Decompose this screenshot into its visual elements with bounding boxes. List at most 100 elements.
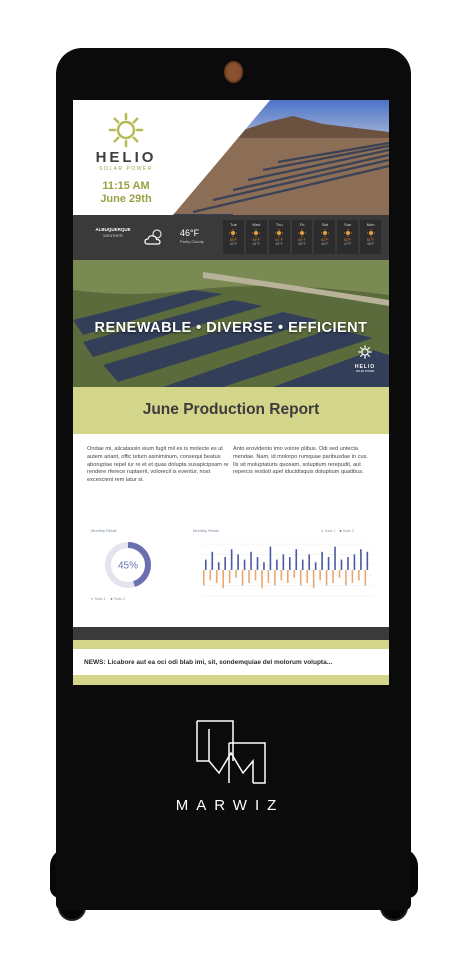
- weather-temp: 46°F: [180, 228, 200, 238]
- bar-sale-2: [301, 559, 304, 570]
- marwiz-wordmark: MARWIZ: [175, 797, 285, 814]
- day-low: 46°F: [366, 242, 375, 246]
- marwiz-logo-icon: [196, 720, 266, 784]
- day-low: 45°F: [275, 242, 283, 246]
- legend-sale-2: Sale 2: [342, 528, 355, 533]
- donut-chart: 45%: [105, 542, 151, 588]
- day-low: 47°F: [344, 242, 352, 246]
- bar-sale-2: [314, 562, 317, 570]
- day-name: Wed: [252, 222, 261, 227]
- bar-sale-1: [209, 570, 212, 581]
- banner-logo: HELIO SOLAR POWER: [353, 345, 377, 373]
- bar-sale-2: [353, 554, 356, 570]
- bar-sale-1: [274, 570, 276, 586]
- weather-bar: ALBUQUERQUE WEATHER 46°F Partly Cloudy T…: [73, 215, 389, 260]
- bar-sale-1: [215, 570, 218, 583]
- bar-sale-2: [334, 546, 336, 570]
- header: HELIO SOLAR POWER 11:15 AM June 29th: [73, 100, 389, 215]
- bar-sale-1: [235, 570, 237, 578]
- legend-dot-icon: ●: [321, 528, 324, 533]
- bar-sale-2: [224, 557, 226, 570]
- weather-condition: Partly Cloudy: [180, 239, 204, 244]
- donut-center-label: 45%: [118, 561, 138, 572]
- news-bottom-band: [73, 675, 389, 685]
- bar-sale-1: [351, 570, 354, 583]
- bar-sale-2: [308, 554, 310, 570]
- clock-time: 11:15 AM: [102, 180, 150, 192]
- dark-divider: [73, 627, 389, 640]
- bar-sale-2: [282, 554, 285, 570]
- day-name: Sat: [321, 222, 328, 227]
- bar-sale-1: [203, 570, 205, 586]
- day-name: Fri: [299, 222, 305, 227]
- bar-sale-1: [228, 570, 231, 583]
- bar-sale-2: [327, 557, 330, 570]
- bar-sale-1: [325, 570, 328, 586]
- bar-sale-1: [345, 570, 347, 586]
- report-title-band: June Production Report: [73, 387, 389, 434]
- partly-cloudy-icon: [144, 229, 162, 245]
- bar-sale-1: [306, 570, 308, 583]
- report-body-left: Ondae mi, alicatassin eium fugit mil es …: [87, 446, 229, 484]
- news-text: NEWS: Licabore aut ea oci odi blab imi, …: [84, 659, 333, 666]
- bar-sale-1: [222, 570, 224, 589]
- legend-sale-1: Sale 1: [324, 528, 336, 533]
- bar-sale-2: [321, 551, 323, 570]
- bar-sale-1: [319, 570, 321, 581]
- bar-sale-1: [312, 570, 315, 589]
- forecast-day: Fri 60°F 45°F: [291, 220, 313, 254]
- sun-logo-icon: [108, 112, 144, 148]
- bar-sale-2: [211, 551, 214, 570]
- bar-sale-2: [250, 551, 252, 570]
- bar-sale-1: [248, 570, 250, 583]
- brand-block: HELIO SOLAR POWER 11:15 AM June 29th: [73, 100, 183, 215]
- solar-farm-banner: RENEWABLE • DIVERSE • EFFICIENT HELIO SO…: [73, 260, 389, 387]
- bar-sale-1: [241, 570, 244, 586]
- bar-sale-2: [289, 557, 291, 570]
- weather-label: WEATHER: [103, 233, 123, 238]
- bar-sale-1: [280, 570, 283, 581]
- brand-subtitle: SOLAR POWER: [99, 166, 153, 172]
- bar-sale-2: [366, 551, 369, 570]
- camera: [224, 61, 243, 83]
- banner-logo-sub: SOLAR POWER: [355, 370, 375, 373]
- day-low: 45°F: [298, 242, 306, 246]
- bar-sale-1: [267, 570, 270, 583]
- bar-sale-1: [299, 570, 302, 586]
- sun-icon: [229, 229, 238, 237]
- bar-sale-2: [276, 559, 278, 570]
- forecast-days: Tue 58°F 42°F Wed 59°F 44°F Thu 61°F 45°…: [223, 220, 382, 254]
- bar-sale-2: [269, 546, 272, 570]
- header-solar-photo: [173, 100, 389, 215]
- sun-icon: [343, 229, 352, 237]
- report-body-right: Anto erovidento imo volore plibus. Odi s…: [233, 446, 368, 476]
- forecast-day: Wed 59°F 44°F: [245, 220, 267, 254]
- sun-icon: [252, 229, 261, 237]
- news-ticker: NEWS: Licabore aut ea oci odi blab imi, …: [73, 649, 389, 675]
- report-title: June Production Report: [142, 401, 320, 418]
- legend-sale-2: Sale 2: [113, 596, 126, 601]
- donut-legend: ● Sale 1 ● Sale 2: [91, 596, 125, 601]
- bar-sale-2: [217, 562, 220, 570]
- legend-dot-icon: ●: [91, 596, 94, 601]
- sun-icon: [320, 229, 329, 237]
- bar-sale-1: [254, 570, 257, 581]
- legend-dot-icon: ●: [339, 528, 342, 533]
- bar-legend: ● Sale 1 ● Sale 2: [321, 528, 354, 533]
- bar-sale-1: [287, 570, 289, 583]
- bar-sale-2: [360, 549, 362, 570]
- bar-sale-1: [364, 570, 367, 586]
- sun-logo-icon: [358, 345, 372, 359]
- forecast-day: Mon 61°F 46°F: [360, 220, 382, 254]
- bar-sale-2: [340, 559, 343, 570]
- forecast-day: Tue 58°F 42°F: [223, 220, 244, 254]
- day-low: 42°F: [229, 242, 238, 246]
- bar-sale-1: [358, 570, 360, 581]
- sun-icon: [298, 229, 306, 237]
- bar-sale-2: [230, 549, 233, 570]
- bar-sale-2: [295, 549, 298, 570]
- sun-icon: [366, 229, 375, 237]
- bar-chart-label: Monthly Retail: [193, 528, 219, 533]
- day-low: 46°F: [321, 242, 329, 246]
- bar-chart: [201, 543, 373, 597]
